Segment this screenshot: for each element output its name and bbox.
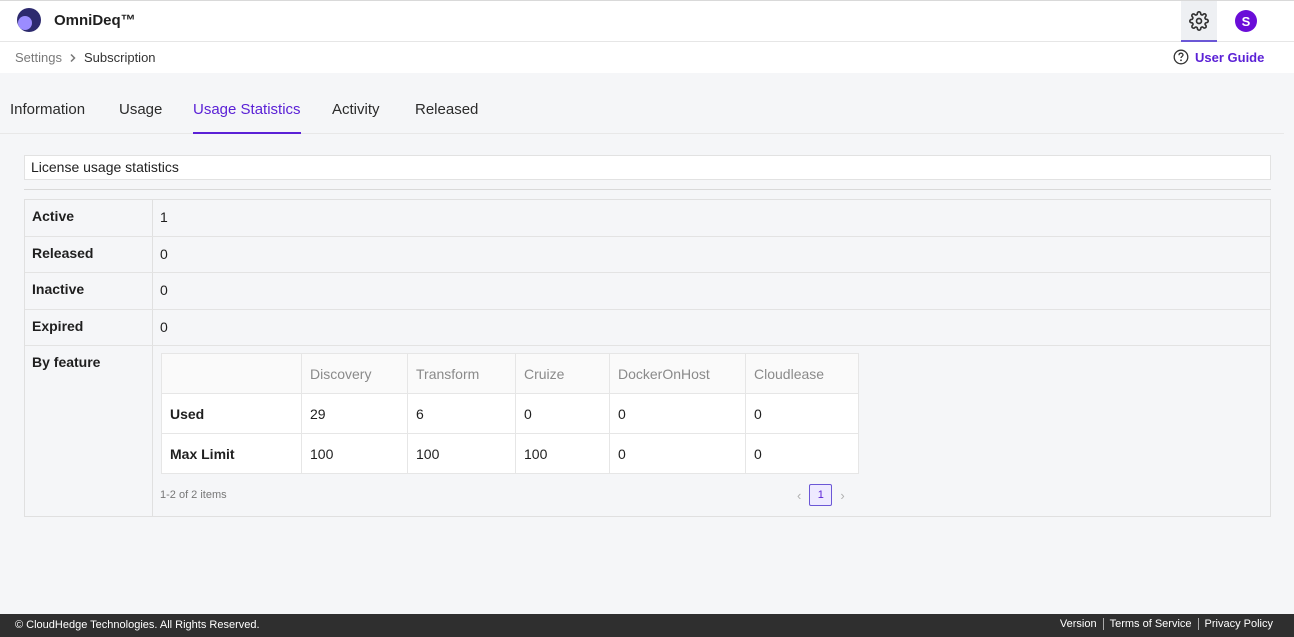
pagination: ‹ 1 › <box>797 484 845 506</box>
table-cell: 0 <box>745 433 859 474</box>
row-divider <box>25 309 1270 310</box>
app-brand: OmniDeq™ <box>54 12 136 29</box>
column-header[interactable]: Cruize <box>515 353 610 394</box>
stat-value-released: 0 <box>160 246 168 262</box>
table-cell: 100 <box>515 433 610 474</box>
stat-label-by-feature: By feature <box>32 354 101 370</box>
column-header[interactable]: Discovery <box>301 353 408 394</box>
user-avatar[interactable]: S <box>1235 10 1257 32</box>
row-divider <box>25 236 1270 237</box>
stat-label-released: Released <box>32 245 94 261</box>
version-link[interactable]: Version <box>1054 618 1103 630</box>
breadcrumb-bar: Settings Subscription User Guide <box>0 42 1294 73</box>
settings-button[interactable] <box>1181 1 1217 42</box>
breadcrumb-settings[interactable]: Settings <box>15 50 62 65</box>
stat-value-inactive: 0 <box>160 282 168 298</box>
table-cell: 100 <box>407 433 516 474</box>
chevron-right-icon <box>70 53 76 62</box>
table-cell: 100 <box>301 433 408 474</box>
help-circle-icon <box>1173 49 1189 65</box>
table-row: Used 29 6 0 0 0 <box>161 393 859 434</box>
stat-value-active: 1 <box>160 209 168 225</box>
tab-usage-statistics[interactable]: Usage Statistics <box>193 101 301 134</box>
gear-icon <box>1189 10 1209 31</box>
section-title: License usage statistics <box>24 155 1271 180</box>
terms-link[interactable]: Terms of Service <box>1102 618 1198 630</box>
tab-information[interactable]: Information <box>10 101 85 134</box>
stats-panel: Active 1 Released 0 Inactive 0 Expired 0… <box>24 199 1271 517</box>
row-label-used: Used <box>161 393 302 434</box>
tab-released[interactable]: Released <box>415 101 478 134</box>
tab-bar: Information Usage Usage Statistics Activ… <box>0 90 1284 134</box>
table-header-row: Discovery Transform Cruize DockerOnHost … <box>161 353 859 394</box>
table-cell: 0 <box>609 433 746 474</box>
table-cell: 6 <box>407 393 516 434</box>
breadcrumb: Settings Subscription <box>15 50 156 65</box>
tab-usage[interactable]: Usage <box>119 101 162 134</box>
table-cell: 0 <box>515 393 610 434</box>
tab-activity[interactable]: Activity <box>332 101 380 134</box>
top-bar: OmniDeq™ S <box>0 0 1294 42</box>
stat-value-expired: 0 <box>160 319 168 335</box>
table-cell: 0 <box>745 393 859 434</box>
privacy-link[interactable]: Privacy Policy <box>1197 618 1279 630</box>
row-divider <box>25 272 1270 273</box>
column-header[interactable]: Cloudlease <box>745 353 859 394</box>
chevron-right-icon[interactable]: › <box>840 488 844 503</box>
divider <box>24 189 1271 190</box>
table-cell: 0 <box>609 393 746 434</box>
logo-icon[interactable] <box>17 8 41 32</box>
table-header-corner <box>161 353 302 394</box>
user-guide-label: User Guide <box>1195 49 1265 65</box>
user-guide-link[interactable]: User Guide <box>1173 49 1264 65</box>
column-header[interactable]: DockerOnHost <box>609 353 746 394</box>
footer-links: Version Terms of Service Privacy Policy <box>1054 618 1279 630</box>
page-button[interactable]: 1 <box>809 484 833 506</box>
column-header[interactable]: Transform <box>407 353 516 394</box>
chevron-left-icon[interactable]: ‹ <box>797 488 801 503</box>
table-row: Max Limit 100 100 100 0 0 <box>161 433 859 474</box>
table-cell: 29 <box>301 393 408 434</box>
items-count: 1-2 of 2 items <box>160 489 227 501</box>
stat-label-active: Active <box>32 208 75 224</box>
copyright-text: © CloudHedge Technologies. All Rights Re… <box>15 619 260 631</box>
feature-table: Discovery Transform Cruize DockerOnHost … <box>161 353 859 474</box>
stat-label-expired: Expired <box>32 318 84 334</box>
breadcrumb-subscription: Subscription <box>83 50 156 65</box>
row-divider <box>25 345 1270 346</box>
row-label-max-limit: Max Limit <box>161 433 302 474</box>
footer: © CloudHedge Technologies. All Rights Re… <box>0 614 1294 637</box>
stat-label-inactive: Inactive <box>32 281 85 297</box>
